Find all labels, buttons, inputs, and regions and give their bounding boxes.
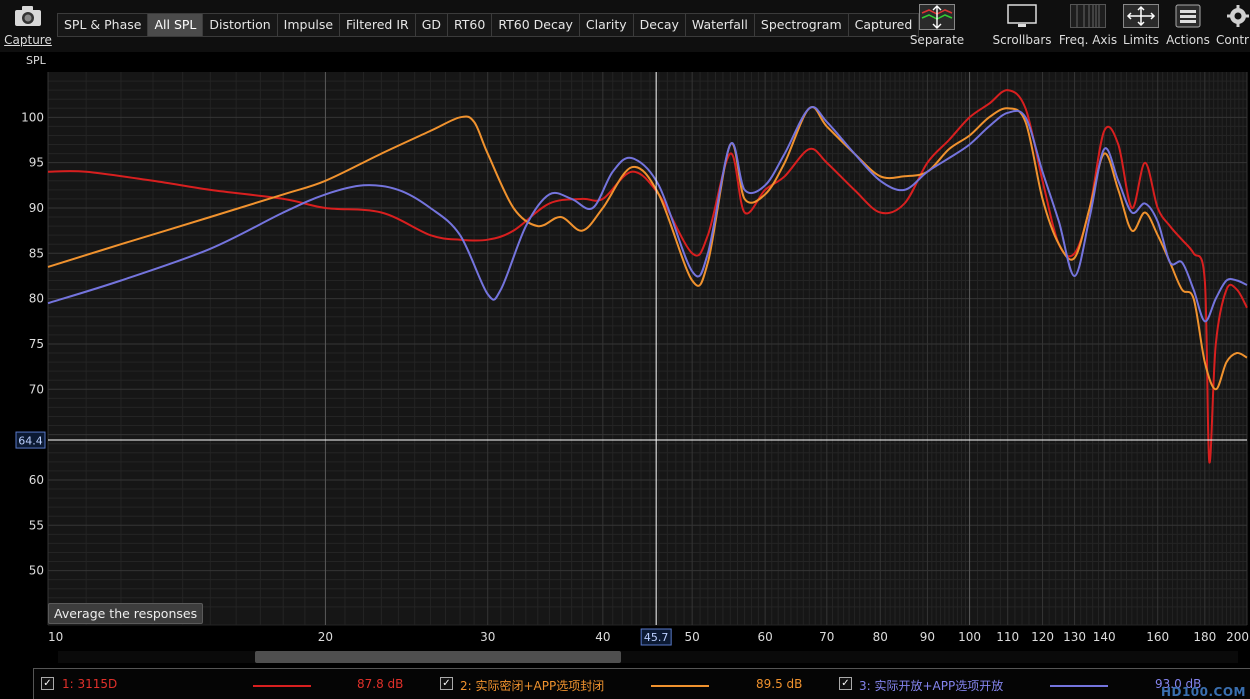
separate-button[interactable]: Separate <box>910 0 964 50</box>
legend-value-1: 87.8 dB <box>357 677 404 691</box>
spl-chart[interactable]: 64.4 45.7 50 55 60 70 75 80 85 90 95 100 10 20 30 40 50… <box>0 70 1250 650</box>
x-tick-label: 60 <box>757 630 772 644</box>
legend-checkbox-3[interactable]: ✓ <box>839 677 852 690</box>
freq-axis-icon <box>1070 4 1106 28</box>
x-tick-label: 160 <box>1146 630 1169 644</box>
scrollbars-icon <box>1007 4 1037 27</box>
legend-name-2: 2: 实际密闭+APP选项封闭 <box>460 679 605 693</box>
tab-spl-phase[interactable]: SPL & Phase <box>58 14 149 36</box>
x-tick-label: 40 <box>595 630 610 644</box>
legend-value-2: 89.5 dB <box>756 677 803 691</box>
legend-swatch-2 <box>651 685 709 687</box>
y-axis-title: SPL <box>26 54 46 67</box>
top-toolbar: Capture SPL & Phase All SPL Distortion I… <box>0 0 1250 52</box>
x-tick-label: 90 <box>920 630 935 644</box>
legend-checkbox-1[interactable]: ✓ <box>41 677 54 690</box>
x-tick-label: 180 <box>1193 630 1216 644</box>
legend-checkbox-2[interactable]: ✓ <box>440 677 453 690</box>
y-tick-label: 100 <box>21 110 44 124</box>
x-tick-label: 120 <box>1031 630 1054 644</box>
tab-all-spl[interactable]: All SPL <box>148 14 204 36</box>
legend-bar: ✓ 1: 3115D 87.8 dB ✓ 2: 实际密闭+APP选项封闭 89.… <box>33 668 1250 699</box>
watermark-logo: HD100.COM <box>1160 685 1246 699</box>
tab-gd[interactable]: GD <box>415 14 449 36</box>
capture-button[interactable]: Capture <box>3 0 53 50</box>
tab-distortion[interactable]: Distortion <box>203 14 278 36</box>
y-tick-label: 55 <box>29 518 44 532</box>
scrollbars-button[interactable]: Scrollbars <box>992 0 1052 50</box>
x-tick-label: 130 <box>1063 630 1086 644</box>
tab-rt60-decay[interactable]: RT60 Decay <box>492 14 580 36</box>
y-tick-label: 50 <box>29 564 44 578</box>
average-responses-button[interactable]: Average the responses <box>48 603 204 624</box>
x-readout-text: 45.7 <box>644 631 669 644</box>
gear-icon <box>1227 5 1249 27</box>
y-tick-label: 60 <box>29 473 44 487</box>
x-tick-label: 110 <box>996 630 1019 644</box>
tab-spectrogram[interactable]: Spectrogram <box>754 14 849 36</box>
legend-name-1: 1: 3115D <box>62 677 118 691</box>
scrollbar-thumb[interactable] <box>255 651 621 663</box>
tab-waterfall[interactable]: Waterfall <box>685 14 755 36</box>
x-tick-label: 140 <box>1093 630 1116 644</box>
tab-clarity[interactable]: Clarity <box>579 14 634 36</box>
y-tick-label: 85 <box>29 246 44 260</box>
y-tick-label: 90 <box>29 201 44 215</box>
actions-label: Actions <box>1166 33 1210 47</box>
x-tick-label: 200 <box>1226 630 1249 644</box>
tab-rt60[interactable]: RT60 <box>448 14 493 36</box>
x-tick-label: 10 <box>48 630 63 644</box>
controls-label: Contr <box>1216 33 1249 47</box>
separate-icon <box>919 4 955 30</box>
capture-label: Capture <box>4 33 52 47</box>
y-readout-text: 64.4 <box>18 435 43 448</box>
horizontal-scrollbar[interactable] <box>58 651 1238 663</box>
x-tick-label: 80 <box>873 630 888 644</box>
legend-swatch-1 <box>253 685 311 687</box>
tab-decay[interactable]: Decay <box>633 14 686 36</box>
x-tick-label: 70 <box>819 630 834 644</box>
limits-icon <box>1123 4 1159 28</box>
actions-icon <box>1175 4 1201 28</box>
freq-axis-button[interactable]: Freq. Axis <box>1059 0 1117 50</box>
x-tick-label: 20 <box>318 630 333 644</box>
x-tick-label: 100 <box>958 630 981 644</box>
separate-label: Separate <box>909 33 965 47</box>
plot-area[interactable] <box>48 72 1247 625</box>
x-tick-label: 30 <box>480 630 495 644</box>
y-tick-label: 95 <box>29 156 44 170</box>
x-tick-label: 50 <box>685 630 700 644</box>
camera-icon <box>15 6 41 26</box>
y-tick-label: 80 <box>29 292 44 306</box>
y-tick-label: 70 <box>29 382 44 396</box>
legend-name-3: 3: 实际开放+APP选项开放 <box>859 679 1004 693</box>
rew-window: Capture SPL & Phase All SPL Distortion I… <box>0 0 1250 699</box>
actions-button[interactable]: Actions <box>1166 0 1210 50</box>
tab-impulse[interactable]: Impulse <box>277 14 341 36</box>
tab-filtered-ir[interactable]: Filtered IR <box>340 14 416 36</box>
scrollbars-label: Scrollbars <box>992 33 1052 47</box>
view-tabs: SPL & Phase All SPL Distortion Impulse F… <box>57 13 920 37</box>
legend-swatch-3 <box>1050 685 1108 687</box>
controls-button[interactable]: Contr <box>1214 0 1250 50</box>
y-tick-label: 75 <box>29 337 44 351</box>
